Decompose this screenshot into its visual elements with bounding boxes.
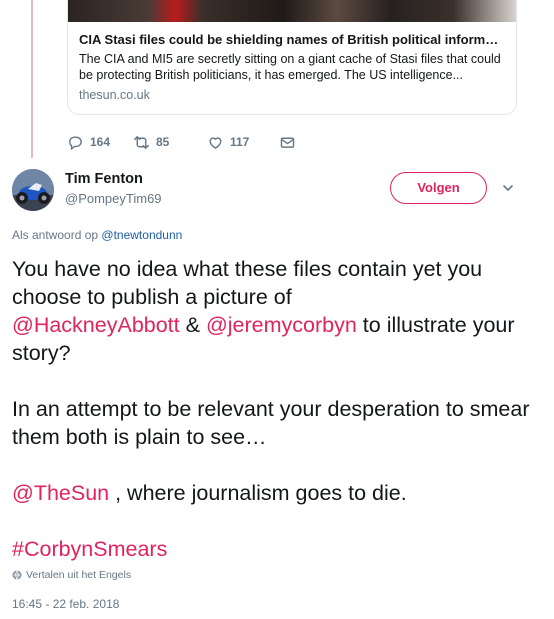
chevron-down-icon <box>500 180 516 196</box>
tweet-actions: 164 85 117 <box>67 132 296 152</box>
tweet-text-segment: You have no idea what these files contai… <box>12 257 483 309</box>
tweet-text: You have no idea what these files contai… <box>12 255 547 563</box>
tweet-paragraph-2: In an attempt to be relevant your desper… <box>12 397 530 449</box>
direct-message-button[interactable] <box>279 134 296 151</box>
tweet-paragraph-1: You have no idea what these files contai… <box>12 255 547 367</box>
tweet-paragraph-3: @TheSun , where journalism goes to die. <box>12 479 547 507</box>
tweet-text-segment: , where journalism goes to die. <box>109 481 407 505</box>
tweet-timestamp[interactable]: 16:45 - 22 feb. 2018 <box>12 597 119 611</box>
retweet-count: 85 <box>156 135 170 149</box>
reply-button[interactable]: 164 <box>67 134 133 151</box>
avatar[interactable] <box>12 169 54 211</box>
author-handle[interactable]: @PompeyTim69 <box>65 191 162 207</box>
like-button[interactable]: 117 <box>207 134 279 151</box>
retweet-icon <box>133 134 150 151</box>
reply-icon <box>67 134 84 151</box>
tweet-text-segment: & <box>179 313 206 337</box>
tweet-paragraph-4: #CorbynSmears <box>12 535 547 563</box>
hashtag-link[interactable]: #CorbynSmears <box>12 537 167 561</box>
card-image[interactable] <box>68 0 516 22</box>
author-name[interactable]: Tim Fenton <box>65 170 143 188</box>
reply-context: Als antwoord op @tnewtondunn <box>12 228 182 242</box>
translate-link[interactable]: Vertalen uit het Engels <box>12 569 131 581</box>
globe-icon <box>12 570 22 580</box>
reply-count: 164 <box>90 135 111 149</box>
mention-hackneyabbott[interactable]: @HackneyAbbott <box>12 313 180 337</box>
thread-line <box>31 0 33 158</box>
follow-button[interactable]: Volgen <box>390 172 487 204</box>
link-preview-card[interactable]: CIA Stasi files could be shielding names… <box>67 0 517 115</box>
direct-message-icon <box>279 134 296 151</box>
card-domain: thesun.co.uk <box>79 88 150 102</box>
card-description: The CIA and MI5 are secretly sitting on … <box>79 52 501 82</box>
mention-jeremycorbyn[interactable]: @jeremycorbyn <box>206 313 357 337</box>
like-icon <box>207 134 224 151</box>
like-count: 117 <box>230 135 250 149</box>
reply-prefix: Als antwoord op <box>12 228 99 242</box>
more-options-button[interactable] <box>500 180 516 196</box>
retweet-button[interactable]: 85 <box>133 134 207 151</box>
translate-label: Vertalen uit het Engels <box>26 569 132 581</box>
card-title[interactable]: CIA Stasi files could be shielding names… <box>79 31 505 48</box>
mention-thesun[interactable]: @TheSun <box>12 481 109 505</box>
card-body: CIA Stasi files could be shielding names… <box>68 22 516 103</box>
reply-handle-link[interactable]: @tnewtondunn <box>101 228 182 242</box>
